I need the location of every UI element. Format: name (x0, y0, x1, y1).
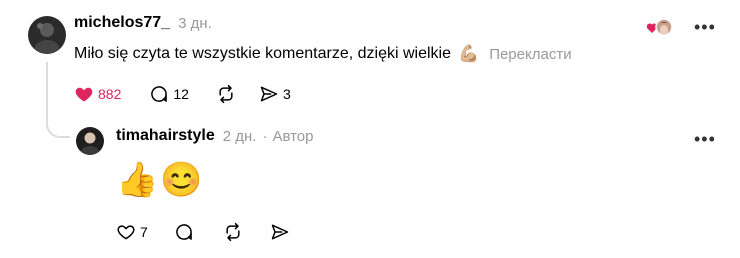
reply-more-icon[interactable]: ••• (694, 130, 716, 148)
reply-button[interactable]: 12 (149, 84, 189, 104)
reply-avatar[interactable] (76, 127, 104, 155)
comment-actions: 882 12 3 (74, 84, 291, 104)
comment-icon (149, 84, 169, 104)
like-heart-icon (74, 84, 94, 104)
reply-actions: 7 (116, 222, 290, 242)
comment-text: Miło się czyta te wszystkie komentarze, … (74, 45, 452, 62)
repost-icon (215, 84, 237, 104)
author-badge: Автор (272, 127, 314, 145)
reply-like-button[interactable]: 7 (116, 222, 148, 242)
comment-username[interactable]: michelos77_ (74, 14, 170, 32)
repost-button[interactable] (215, 84, 237, 104)
reply-share-button[interactable] (270, 222, 290, 242)
comment-body: Miło się czyta te wszystkie komentarze, … (74, 44, 572, 64)
share-count: 3 (282, 86, 291, 102)
share-button[interactable]: 3 (259, 84, 291, 104)
reply-header: timahairstyle 2 дн. · Автор (116, 127, 313, 145)
repost-icon (222, 222, 244, 242)
avatar[interactable] (28, 16, 66, 54)
reply-count: 12 (173, 86, 189, 102)
reply-time: 2 дн. (222, 127, 257, 145)
like-button[interactable]: 882 (74, 84, 121, 104)
comment-emoji: 💪🏼 (458, 44, 480, 63)
reply-comment-button[interactable] (174, 222, 194, 242)
share-icon (259, 84, 279, 104)
translate-link[interactable]: Перекласти (489, 46, 571, 63)
like-count: 882 (98, 86, 122, 102)
reply-emoji: 👍😊 (116, 161, 205, 199)
reply-separator: · (262, 127, 268, 145)
comment-header: michelos77_ 3 дн. (74, 14, 212, 32)
comment-time: 3 дн. (178, 14, 212, 32)
comment-icon (174, 222, 194, 242)
reply-repost-button[interactable] (222, 222, 244, 242)
like-heart-outline-icon (116, 222, 136, 242)
share-icon (270, 222, 290, 242)
reply-username[interactable]: timahairstyle (116, 127, 215, 145)
reply-like-count: 7 (140, 224, 148, 240)
comment-more-icon[interactable]: ••• (694, 18, 716, 36)
thread-curve (46, 112, 70, 138)
liked-by-author-badge (646, 17, 674, 37)
